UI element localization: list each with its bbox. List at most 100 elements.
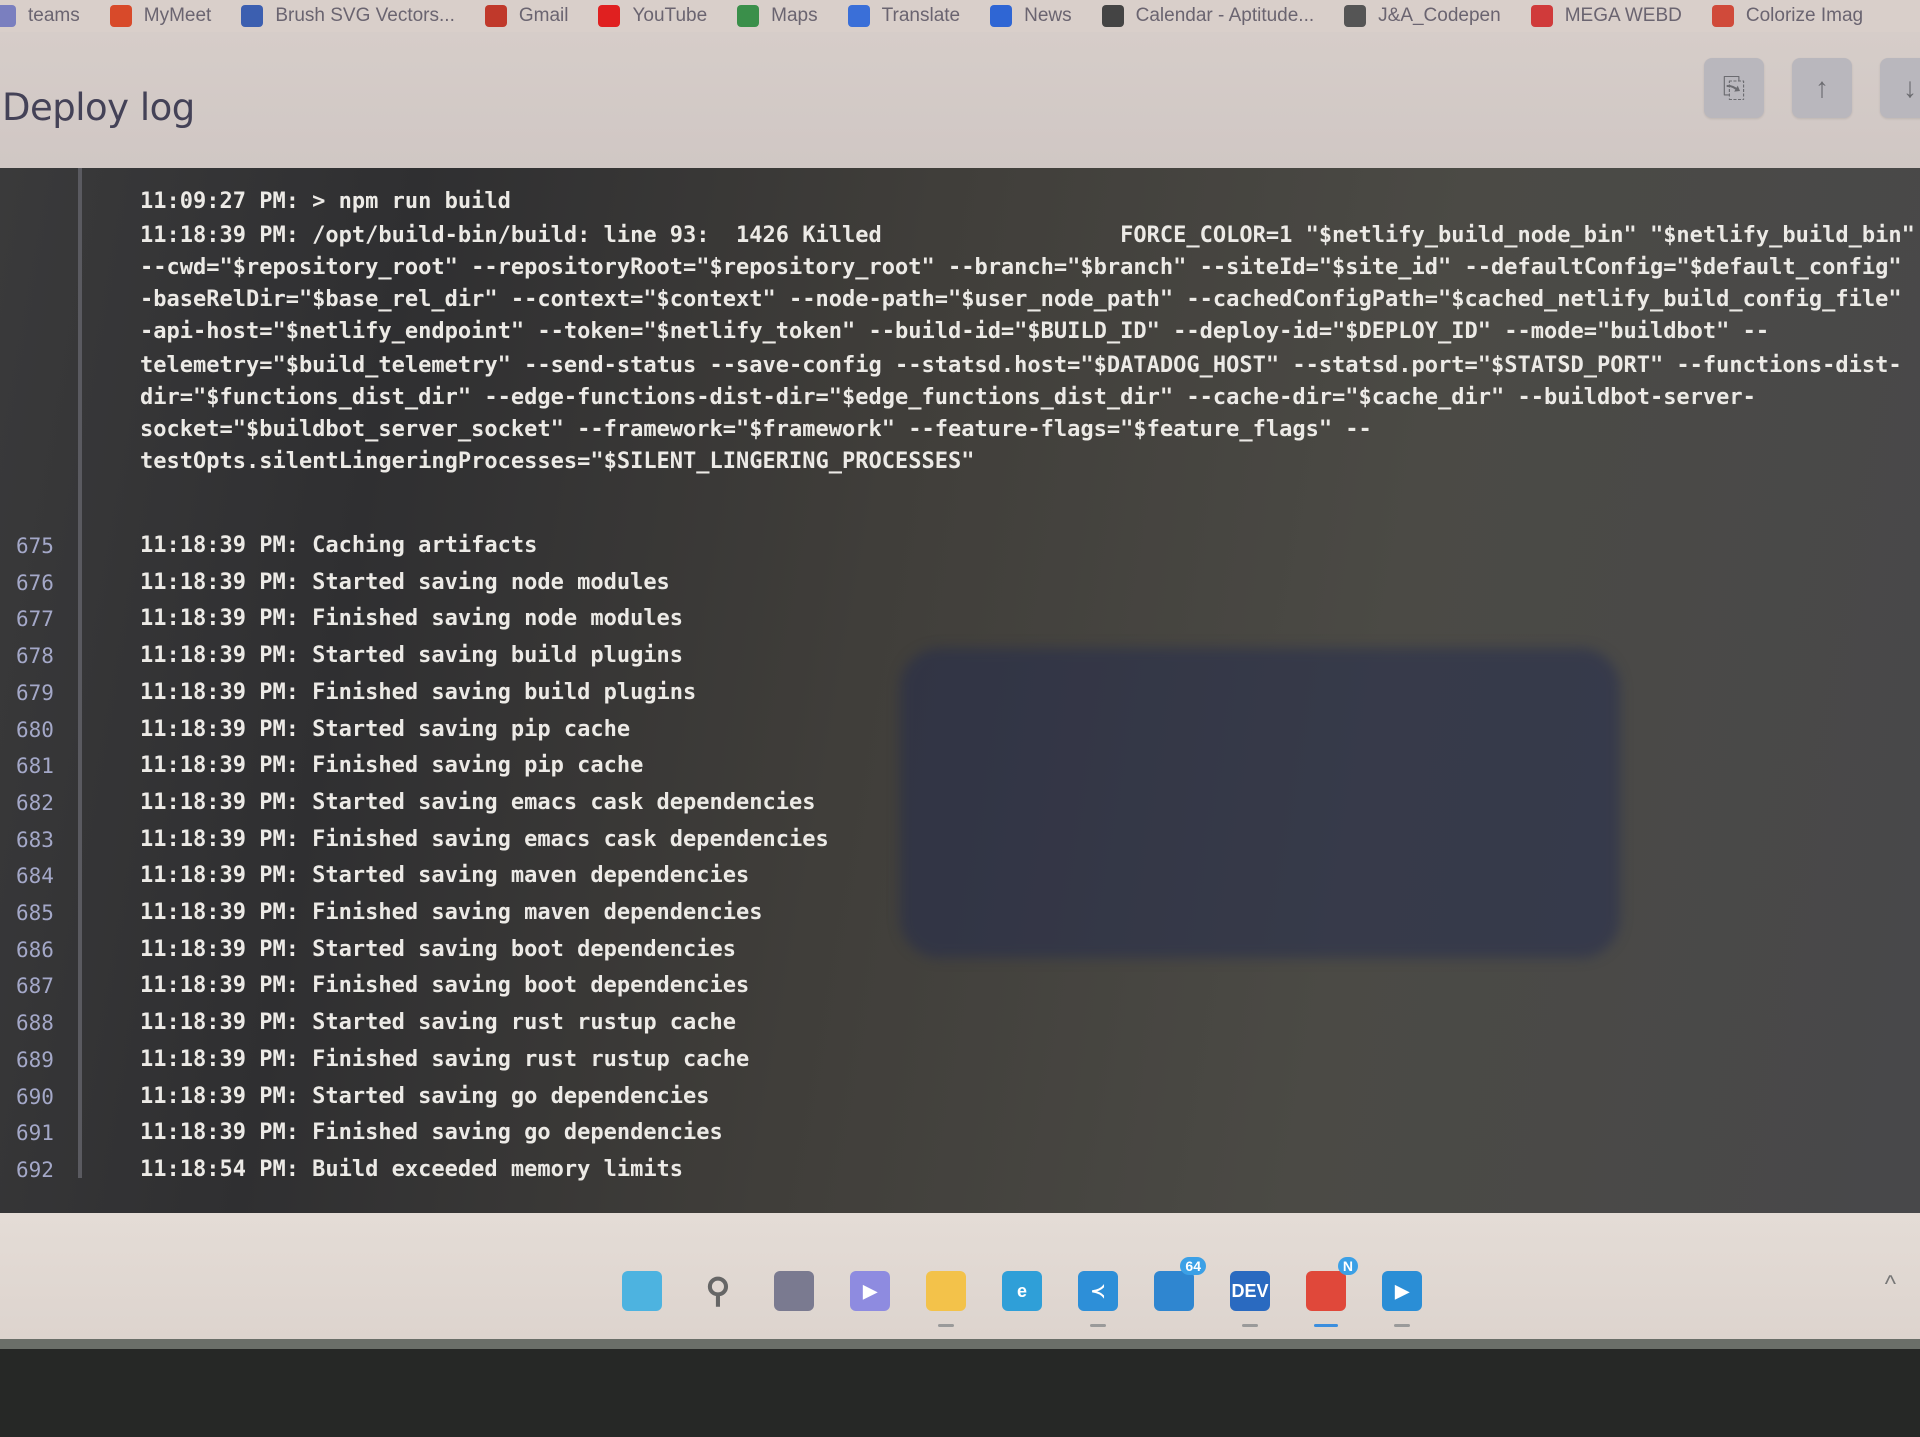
bookmark-gmail[interactable]: Gmail: [484, 5, 568, 27]
deploy-log[interactable]: 11:09:27 PM: > npm run build 11:18:39 PM:…: [0, 168, 1920, 1213]
bookmark-label: News: [1024, 5, 1072, 26]
bookmark-label: J&A_Codepen: [1378, 5, 1501, 26]
log-line: 679 11:18:39 PM: Finished saving build pl…: [0, 677, 1920, 709]
line-number[interactable]: 683: [16, 824, 66, 856]
news-icon: [990, 5, 1013, 27]
line-number[interactable]: 685: [16, 897, 66, 929]
log-line-text: 11:18:39 PM: Finished saving boot depend…: [140, 973, 750, 999]
log-line: 678 11:18:39 PM: Started saving build plu…: [0, 640, 1920, 672]
log-line-text: 11:18:39 PM: Started saving rust rustup …: [140, 1010, 737, 1036]
bookmark-maps[interactable]: Maps: [737, 5, 818, 27]
bookmark-youtube[interactable]: YouTube: [598, 5, 707, 27]
log-line-text: 11:18:39 PM: Started saving node modules: [140, 569, 670, 595]
brush-svg-icon: [241, 5, 264, 27]
log-line: 689 11:18:39 PM: Finished saving rust rus…: [0, 1044, 1920, 1076]
log-line: 686 11:18:39 PM: Started saving boot depe…: [0, 934, 1920, 966]
log-line: 677 11:18:39 PM: Finished saving node mod…: [0, 603, 1920, 635]
bookmark-calendar[interactable]: Calendar - Aptitude...: [1101, 5, 1314, 27]
bookmark-label: Colorize Imag: [1745, 5, 1864, 26]
line-number[interactable]: 689: [16, 1044, 66, 1076]
log-line-text: 11:18:39 PM: Finished saving maven depen…: [140, 900, 763, 925]
running-indicator: [1394, 1324, 1410, 1327]
calendar-icon: [1101, 5, 1124, 27]
bookmark-label: MEGA WEBD: [1564, 5, 1682, 26]
line-number[interactable]: 682: [16, 787, 66, 819]
log-line-text: 11:18:39 PM: Started saving build plugin…: [140, 643, 684, 669]
search-button[interactable]: ⚲: [680, 1263, 756, 1319]
line-number[interactable]: 688: [16, 1007, 66, 1039]
line-number[interactable]: 691: [16, 1117, 66, 1149]
search-icon: ⚲: [705, 1272, 731, 1310]
log-line: 683 11:18:39 PM: Finished saving emacs ca…: [0, 824, 1920, 856]
log-line-continuation: --cwd="$repository_root" --repositoryRoo…: [140, 255, 1902, 280]
line-number[interactable]: 678: [16, 640, 66, 672]
folder-icon: [926, 1271, 966, 1311]
log-line-continuation: -baseRelDir="$base_rel_dir" --context="$…: [140, 287, 1902, 312]
line-number[interactable]: 686: [16, 934, 66, 966]
log-line: 687 11:18:39 PM: Finished saving boot dep…: [0, 970, 1920, 1002]
vscode-button[interactable]: ≺: [1060, 1263, 1136, 1327]
chrome-button[interactable]: N: [1288, 1257, 1364, 1327]
line-number[interactable]: 690: [16, 1081, 66, 1113]
bookmark-mega[interactable]: MEGA WEBD: [1530, 5, 1682, 27]
log-line-text: 11:18:39 PM: Started saving maven depend…: [140, 863, 750, 889]
bookmark-label: Translate: [881, 5, 961, 26]
remote-desktop-button[interactable]: 64: [1136, 1257, 1212, 1319]
bookmark-brush-svg[interactable]: Brush SVG Vectors...: [241, 5, 455, 27]
line-number[interactable]: 679: [16, 677, 66, 709]
copy-log-button[interactable]: ⎘: [1704, 58, 1764, 118]
windows-start-icon: [622, 1271, 662, 1311]
log-line: 682 11:18:39 PM: Started saving emacs cas…: [0, 787, 1920, 819]
task-view-button[interactable]: [756, 1263, 832, 1319]
log-line-text: 11:18:39 PM: Started saving go dependenc…: [140, 1083, 710, 1109]
log-line-text: 11:18:54 PM: Build exceeded memory limit…: [140, 1156, 684, 1182]
line-number[interactable]: 680: [16, 714, 66, 746]
line-number[interactable]: 692: [16, 1154, 66, 1186]
log-line-text: 11:18:39 PM: Started saving boot depende…: [140, 936, 737, 962]
scroll-top-button[interactable]: ↑: [1792, 58, 1852, 118]
page-header: Deploy log ⎘ ↑ ↓: [0, 32, 1920, 168]
line-number[interactable]: 687: [16, 970, 66, 1002]
log-line-continuation: dir="$functions_dist_dir" --edge-functio…: [140, 385, 1756, 410]
bookmark-codepen[interactable]: J&A_Codepen: [1344, 5, 1501, 27]
mymeet-icon: [109, 5, 132, 27]
clipboard-copy-icon: ⎘: [1722, 71, 1746, 103]
monitor-bezel: [0, 1339, 1920, 1437]
log-line-continuation: telemetry="$build_telemetry" --send-stat…: [140, 353, 1902, 378]
line-number[interactable]: 681: [16, 750, 66, 782]
tray-overflow-chevron-icon[interactable]: ^: [1885, 1271, 1896, 1299]
task-view-icon: [774, 1271, 814, 1311]
teams-icon: [0, 5, 16, 27]
edge-button[interactable]: e: [984, 1263, 1060, 1319]
bookmark-translate[interactable]: Translate: [847, 5, 961, 27]
chat-button[interactable]: ▶: [832, 1263, 908, 1319]
bookmark-mymeet[interactable]: MyMeet: [109, 5, 211, 27]
bookmark-news[interactable]: News: [990, 5, 1072, 27]
line-number[interactable]: 684: [16, 860, 66, 892]
devsql-button[interactable]: DEV: [1212, 1263, 1288, 1327]
running-indicator: [1242, 1324, 1258, 1327]
log-line: 685 11:18:39 PM: Finished saving maven de…: [0, 897, 1920, 929]
bookmark-label: teams: [28, 5, 80, 26]
line-number[interactable]: 675: [16, 530, 66, 562]
colorize-icon: [1711, 5, 1734, 27]
translate-icon: [847, 5, 870, 27]
media-player-button[interactable]: ▶: [1364, 1263, 1440, 1327]
chrome-icon: [1306, 1271, 1346, 1311]
bookmark-label: Maps: [771, 5, 818, 26]
bookmark-colorize[interactable]: Colorize Imag: [1711, 5, 1864, 27]
start-button[interactable]: [604, 1263, 680, 1319]
chat-video-icon: ▶: [850, 1271, 890, 1311]
log-line: 680 11:18:39 PM: Started saving pip cache: [0, 714, 1920, 746]
line-number[interactable]: 677: [16, 603, 66, 635]
line-number[interactable]: 676: [16, 567, 66, 599]
bookmark-label: Brush SVG Vectors...: [275, 5, 455, 26]
log-line: 681 11:18:39 PM: Finished saving pip cach…: [0, 750, 1920, 782]
log-line-text: 11:18:39 PM: Finished saving build plugi…: [140, 679, 697, 705]
log-line: 690 11:18:39 PM: Started saving go depend…: [0, 1081, 1920, 1113]
running-indicator: [1314, 1324, 1338, 1327]
log-line-continuation: testOpts.silentLingeringProcesses="$SILE…: [140, 449, 975, 474]
file-explorer-button[interactable]: [908, 1263, 984, 1327]
scroll-bottom-button[interactable]: ↓: [1880, 58, 1920, 118]
bookmark-teams[interactable]: teams: [0, 5, 80, 27]
